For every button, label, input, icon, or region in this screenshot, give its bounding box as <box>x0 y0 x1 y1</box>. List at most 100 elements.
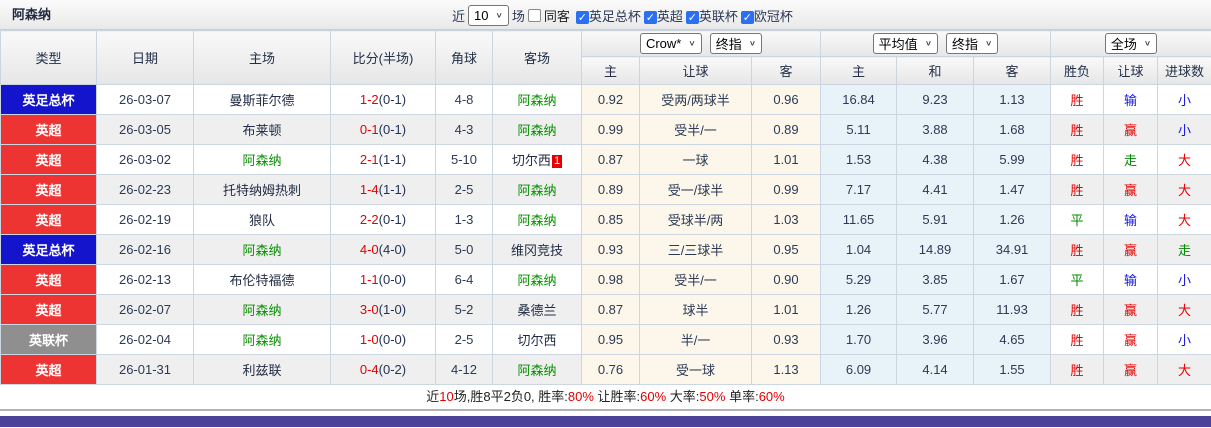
match-row: 英联杯 26-02-04 阿森纳 1-0(0-0) 2-5 切尔西 0.95 半/一 0.93 1… <box>0 324 1211 355</box>
col-header-date: 日期 <box>96 30 194 85</box>
avg-group-header: 平均值 ∨ 终指 ∨ <box>820 30 1052 57</box>
same-away-label: 同客 <box>543 8 570 24</box>
league-checkbox-label: 英超 <box>656 8 683 24</box>
scope-select[interactable]: 全场 ∨ <box>1104 33 1158 54</box>
summary-segment: 场,胜8平2负0, 胜率: <box>453 389 568 404</box>
league-checkbox[interactable]: ✓ <box>740 10 754 24</box>
chevron-down-icon: ∨ <box>924 39 933 48</box>
summary-segment: 80% <box>567 389 594 404</box>
odds-away-cell: 0.93 <box>750 324 822 355</box>
league-checkbox[interactable]: ✓ <box>685 10 699 24</box>
score-cell[interactable]: 1-1(0-0) <box>330 264 436 295</box>
chevron-down-icon: ∨ <box>748 39 757 48</box>
handicap-cell: 受半/一 <box>639 114 752 145</box>
result-goals-cell: 小 <box>1157 84 1211 115</box>
away-team-cell[interactable]: 切尔西 1 <box>492 144 582 175</box>
divider-line <box>0 409 1211 411</box>
handicap-cell: 受一/球半 <box>639 174 752 205</box>
corner-cell: 2-5 <box>435 174 493 205</box>
result-handicap-cell: 走 <box>1103 144 1159 175</box>
score-cell[interactable]: 1-2(0-1) <box>330 84 436 115</box>
league-type-cell: 英超 <box>0 114 97 145</box>
home-team-cell[interactable]: 阿森纳 <box>193 144 331 175</box>
sub-header-outcome: 胜负 <box>1050 56 1105 85</box>
result-handicap-cell: 输 <box>1103 204 1159 235</box>
avg-home-cell: 5.29 <box>820 264 898 295</box>
odds-away-cell: 0.89 <box>750 114 822 145</box>
avg-draw-cell: 5.91 <box>896 204 975 235</box>
away-team-cell[interactable]: 阿森纳 <box>492 84 582 115</box>
avg-away-cell: 5.99 <box>973 144 1052 175</box>
handicap-cell: 球半 <box>639 294 752 325</box>
odds-away-cell: 0.96 <box>750 84 822 115</box>
away-team-cell[interactable]: 维冈竞技 <box>492 234 582 265</box>
home-team-cell[interactable]: 阿森纳 <box>193 234 331 265</box>
avg-away-cell: 1.13 <box>973 84 1052 115</box>
date-cell: 26-02-07 <box>96 294 194 325</box>
result-outcome-cell: 平 <box>1050 264 1105 295</box>
away-team-cell[interactable]: 阿森纳 <box>492 264 582 295</box>
date-cell: 26-02-04 <box>96 324 194 355</box>
home-team-cell[interactable]: 曼斯菲尔德 <box>193 84 331 115</box>
away-team-cell[interactable]: 阿森纳 <box>492 354 582 385</box>
odds-away-cell: 1.13 <box>750 354 822 385</box>
result-handicap-cell: 赢 <box>1103 324 1159 355</box>
league-type-cell: 英超 <box>0 204 97 235</box>
home-team-cell[interactable]: 托特纳姆热刺 <box>193 174 331 205</box>
result-outcome-cell: 平 <box>1050 204 1105 235</box>
home-team-cell[interactable]: 阿森纳 <box>193 324 331 355</box>
odds-home-cell: 0.87 <box>581 144 640 175</box>
score-cell[interactable]: 1-4(1-1) <box>330 174 436 205</box>
league-checkbox-label: 欧冠杯 <box>753 8 793 24</box>
handicap-cell: 受一球 <box>639 354 752 385</box>
result-handicap-cell: 输 <box>1103 84 1159 115</box>
league-checkbox[interactable]: ✓ <box>575 10 589 24</box>
score-cell[interactable]: 0-1(0-1) <box>330 114 436 145</box>
odds-home-cell: 0.92 <box>581 84 640 115</box>
odds-time-select[interactable]: 终指 ∨ <box>709 33 763 54</box>
home-team-cell[interactable]: 阿森纳 <box>193 294 331 325</box>
score-cell[interactable]: 0-4(0-2) <box>330 354 436 385</box>
match-row: 英超 26-03-02 阿森纳 2-1(1-1) 5-10 切尔西 1 0.87 一球 1.01 1… <box>0 144 1211 175</box>
summary-segment: 10 <box>439 389 454 404</box>
away-team-cell[interactable]: 阿森纳 <box>492 114 582 145</box>
same-away-checkbox[interactable] <box>527 8 541 22</box>
match-row: 英超 26-01-31 利兹联 0-4(0-2) 4-12 阿森纳 0.76 受一球 1.13 6… <box>0 354 1211 385</box>
home-team-cell[interactable]: 布莱顿 <box>193 114 331 145</box>
avg-away-cell: 11.93 <box>973 294 1052 325</box>
sub-header-avg-home: 主 <box>820 56 898 85</box>
away-team-cell[interactable]: 切尔西 <box>492 324 582 355</box>
result-outcome-cell: 胜 <box>1050 144 1105 175</box>
score-cell[interactable]: 4-0(4-0) <box>330 234 436 265</box>
home-team-cell[interactable]: 布伦特福德 <box>193 264 331 295</box>
odds-home-cell: 0.98 <box>581 264 640 295</box>
sub-header-avg-draw: 和 <box>896 56 975 85</box>
odds-source-select[interactable]: Crow* ∨ <box>639 33 702 54</box>
score-cell[interactable]: 3-0(1-0) <box>330 294 436 325</box>
odds-away-cell: 0.95 <box>750 234 822 265</box>
result-handicap-cell: 赢 <box>1103 234 1159 265</box>
matches-label: 场 <box>511 8 525 24</box>
col-header-corner: 角球 <box>435 30 493 85</box>
away-team-cell[interactable]: 阿森纳 <box>492 174 582 205</box>
home-team-cell[interactable]: 利兹联 <box>193 354 331 385</box>
match-count-select[interactable]: 10 ∨ <box>468 4 509 26</box>
away-team-cell[interactable]: 桑德兰 <box>492 294 582 325</box>
corner-cell: 2-5 <box>435 324 493 355</box>
handicap-cell: 受半/一 <box>639 264 752 295</box>
result-goals-cell: 小 <box>1157 324 1211 355</box>
avg-source-select[interactable]: 平均值 ∨ <box>872 33 939 54</box>
chevron-down-icon: ∨ <box>495 10 503 20</box>
away-team-cell[interactable]: 阿森纳 <box>492 204 582 235</box>
league-type-cell: 英超 <box>0 144 97 175</box>
avg-time-select[interactable]: 终指 ∨ <box>946 33 999 54</box>
top-bar: 阿森纳 近 10 ∨ 场 同客 ✓ 英足总杯 ✓ 英超 ✓ 英联杯 ✓ 欧冠杯 <box>0 0 1211 30</box>
match-row: 英超 26-03-05 布莱顿 0-1(0-1) 4-3 阿森纳 0.99 受半/一 0.89 5… <box>0 114 1211 145</box>
home-team-cell[interactable]: 狼队 <box>193 204 331 235</box>
sub-header-handicap: 让球 <box>639 56 752 85</box>
league-checkbox[interactable]: ✓ <box>643 10 657 24</box>
score-cell[interactable]: 1-0(0-0) <box>330 324 436 355</box>
date-cell: 26-03-02 <box>96 144 194 175</box>
score-cell[interactable]: 2-1(1-1) <box>330 144 436 175</box>
score-cell[interactable]: 2-2(0-1) <box>330 204 436 235</box>
